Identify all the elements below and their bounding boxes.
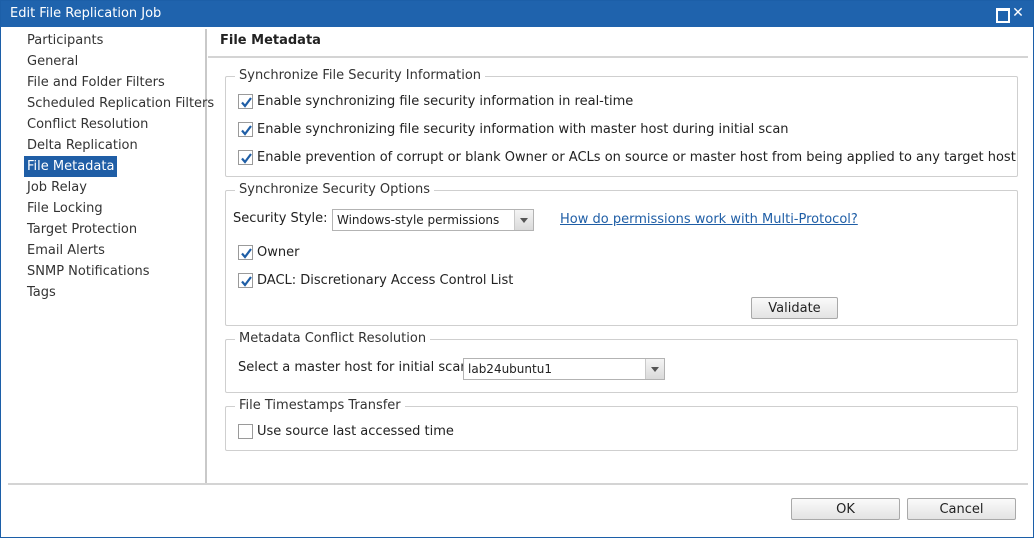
maximize-icon[interactable] [994, 6, 1010, 23]
sidebar-item-tags[interactable]: Tags [24, 282, 59, 303]
security-style-value: Windows-style permissions [337, 213, 500, 227]
checkmark-icon [241, 276, 252, 287]
group-legend: Metadata Conflict Resolution [235, 331, 431, 346]
multi-protocol-help-link[interactable]: How do permissions work with Multi-Proto… [560, 212, 858, 227]
sidebar-item-snmp-notifications[interactable]: SNMP Notifications [24, 261, 153, 282]
sidebar-item-file-metadata[interactable]: File Metadata [24, 156, 118, 177]
prevent-corrupt-acl-checkbox[interactable] [238, 150, 253, 165]
sidebar-item-file-locking[interactable]: File Locking [24, 198, 106, 219]
sidebar-item-email-alerts[interactable]: Email Alerts [24, 240, 108, 261]
realtime-sync-checkbox[interactable] [238, 94, 253, 109]
edit-job-dialog: Edit File Replication Job ✕ Participants… [0, 0, 1034, 538]
close-icon[interactable]: ✕ [1011, 6, 1025, 20]
checkmark-icon [241, 153, 252, 164]
sidebar-item-participants[interactable]: Participants [24, 30, 106, 51]
last-accessed-label: Use source last accessed time [257, 424, 454, 439]
footer-divider [8, 483, 1028, 485]
master-host-value: lab24ubuntu1 [468, 362, 552, 376]
group-legend: Synchronize Security Options [235, 182, 435, 197]
sidebar-item-conflict-resolution[interactable]: Conflict Resolution [24, 114, 151, 135]
ok-button[interactable]: OK [791, 498, 900, 520]
chevron-down-icon[interactable] [514, 210, 533, 230]
title-bar: Edit File Replication Job ✕ [1, 1, 1033, 27]
sidebar-item-delta-replication[interactable]: Delta Replication [24, 135, 141, 156]
window-title: Edit File Replication Job [10, 6, 162, 21]
chevron-down-icon[interactable] [645, 359, 664, 379]
sidebar-item-file-folder-filters[interactable]: File and Folder Filters [24, 72, 168, 93]
validate-button[interactable]: Validate [751, 297, 838, 319]
master-host-label: Select a master host for initial scan: [238, 360, 473, 375]
checkmark-icon [241, 97, 252, 108]
security-style-label: Security Style: [233, 211, 328, 226]
initial-scan-sync-checkbox[interactable] [238, 122, 253, 137]
dacl-label: DACL: Discretionary Access Control List [257, 273, 514, 288]
sidebar-item-scheduled-replication-filters[interactable]: Scheduled Replication Filters [24, 93, 217, 114]
master-host-select[interactable]: lab24ubuntu1 [463, 358, 665, 380]
initial-scan-sync-label: Enable synchronizing file security infor… [257, 122, 789, 137]
prevent-corrupt-acl-label: Enable prevention of corrupt or blank Ow… [257, 150, 1016, 165]
cancel-button[interactable]: Cancel [907, 498, 1016, 520]
dacl-checkbox[interactable] [238, 273, 253, 288]
owner-checkbox[interactable] [238, 245, 253, 260]
checkmark-icon [241, 125, 252, 136]
group-legend: Synchronize File Security Information [235, 68, 486, 83]
sidebar-item-job-relay[interactable]: Job Relay [24, 177, 90, 198]
sidebar-item-target-protection[interactable]: Target Protection [24, 219, 140, 240]
last-accessed-checkbox[interactable] [238, 424, 253, 439]
sidebar-item-general[interactable]: General [24, 51, 81, 72]
realtime-sync-label: Enable synchronizing file security infor… [257, 94, 634, 109]
title-divider [208, 56, 1028, 58]
sidebar-nav: Participants General File and Folder Fil… [8, 29, 214, 483]
page-title: File Metadata [220, 33, 321, 48]
owner-label: Owner [257, 245, 300, 260]
security-style-select[interactable]: Windows-style permissions [332, 209, 534, 231]
group-legend: File Timestamps Transfer [235, 398, 405, 413]
checkmark-icon [241, 248, 252, 259]
